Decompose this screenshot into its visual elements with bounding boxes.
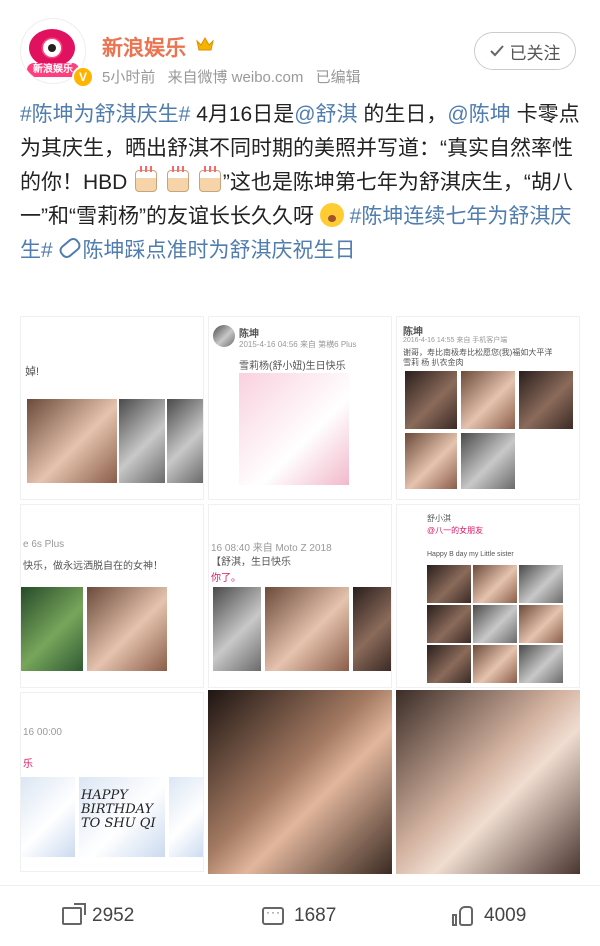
image-photo <box>353 587 391 671</box>
post-image-6[interactable]: 舒小淇 @八一的女朋友 Happy B day my Little sister <box>396 504 580 688</box>
image-grid: 婥! 陈坤 2015-4-16 04:56 来自 第横6 Plus 雪莉杨(舒小… <box>20 316 580 874</box>
comment-count: 1687 <box>294 905 337 926</box>
poster-text: HAPPY BIRTHDAY TO SHU QI <box>81 788 156 831</box>
image-photo <box>427 605 471 643</box>
image-caption: 乐 <box>23 759 33 770</box>
web-link[interactable]: 陈坤踩点准时为舒淇庆祝生日 <box>83 239 356 262</box>
image-photo <box>27 399 117 483</box>
image-photo <box>167 399 203 483</box>
hashtag-link[interactable]: #陈坤为舒淇庆生# <box>20 103 190 126</box>
like-button[interactable]: 4009 <box>452 898 526 934</box>
image-meta: 2015-4-16 04:56 来自 第横6 Plus <box>239 340 357 349</box>
post-meta: 5小时前 来自微博 weibo.com 已编辑 <box>102 66 361 87</box>
follow-button[interactable]: 已关注 <box>474 32 576 70</box>
image-photo <box>519 645 563 683</box>
image-meta: 16 00:00 <box>23 727 62 738</box>
image-caption: 你了。 <box>211 573 241 584</box>
image-photo <box>208 690 392 874</box>
image-photo <box>213 587 261 671</box>
image-photo <box>473 565 517 603</box>
image-tags: 雪莉 杨 扒衣金肉 <box>403 358 464 367</box>
comment-button[interactable]: 1687 <box>262 898 336 934</box>
share-count: 2952 <box>92 905 135 926</box>
image-photo <box>87 587 167 671</box>
emoji-icon <box>319 203 344 227</box>
post-source[interactable]: 来自微博 weibo.com <box>168 69 304 86</box>
checkmark-icon <box>489 45 504 57</box>
image-photo <box>169 777 203 857</box>
mention-link[interactable]: @舒淇 <box>294 103 357 126</box>
post-image-1[interactable]: 婥! <box>20 316 204 500</box>
post-text-part: 4月16日是 <box>190 103 295 126</box>
image-photo <box>519 605 563 643</box>
post-text-part: 的生日， <box>357 103 448 126</box>
share-button[interactable]: 2952 <box>62 898 134 934</box>
image-photo <box>473 605 517 643</box>
cake-icon <box>167 166 190 192</box>
image-photo <box>405 371 457 429</box>
image-photo <box>461 371 515 429</box>
post-image-4[interactable]: e 6s Plus 快乐，做永远洒脱自在的女神！ <box>20 504 204 688</box>
image-photo <box>21 587 83 671</box>
image-photo <box>427 565 471 603</box>
image-meta: 16 08:40 来自 Moto Z 2018 <box>211 543 332 554</box>
image-photo <box>396 690 580 874</box>
share-icon <box>62 903 86 925</box>
like-icon <box>452 906 474 926</box>
image-photo <box>461 433 515 489</box>
post-time: 5小时前 <box>102 69 156 86</box>
post-header: 新浪娱乐 V 新浪娱乐 5小时前 来自微博 weibo.com 已编辑 已关注 <box>0 0 600 95</box>
post-image-7[interactable]: 16 00:00 乐 HAPPY BIRTHDAY TO SHU QI <box>20 692 204 872</box>
post-image-3[interactable]: 陈坤 2016-4-16 14:55 来自 手机客户端 谢哥，寿比南极寿比松愿您… <box>396 316 580 500</box>
image-photo <box>239 373 349 485</box>
image-photo <box>519 565 563 603</box>
image-caption: 【舒淇，生日快乐 <box>211 557 291 568</box>
author-name[interactable]: 新浪娱乐 <box>102 32 186 62</box>
mention-link[interactable]: @陈坤 <box>447 103 510 126</box>
image-meta: @八一的女朋友 <box>427 526 484 535</box>
comment-icon <box>262 905 284 925</box>
action-bar: 2952 1687 4009 <box>0 885 600 946</box>
post-text: #陈坤为舒淇庆生# 4月16日是@舒淇 的生日，@陈坤 卡零点为其庆生，晒出舒淇… <box>20 98 585 268</box>
link-icon <box>56 235 83 261</box>
image-photo <box>265 587 349 671</box>
image-caption: Happy B day my Little sister <box>427 551 514 558</box>
avatar-logo-eye <box>43 39 61 57</box>
image-meta: 舒小淇 <box>427 514 451 523</box>
image-username: 陈坤 <box>239 329 259 340</box>
image-meta: 2016-4-16 14:55 来自 手机客户端 <box>403 337 508 344</box>
image-photo <box>473 645 517 683</box>
image-photo <box>21 777 75 857</box>
post-edited: 已编辑 <box>315 69 361 86</box>
verified-badge-icon: V <box>72 66 94 88</box>
post-image-5[interactable]: 16 08:40 来自 Moto Z 2018 【舒淇，生日快乐 你了。 <box>208 504 392 688</box>
image-caption: 雪莉杨(舒小妞)生日快乐 <box>239 361 346 372</box>
image-photo <box>119 399 165 483</box>
follow-label: 已关注 <box>509 43 561 63</box>
image-text: 婥! <box>25 366 40 378</box>
post-image-2[interactable]: 陈坤 2015-4-16 04:56 来自 第横6 Plus 雪莉杨(舒小妞)生… <box>208 316 392 500</box>
image-photo <box>405 433 457 489</box>
cake-icon <box>135 166 158 192</box>
crown-icon <box>196 37 214 51</box>
cake-icon <box>198 166 221 192</box>
post-image-9[interactable] <box>396 690 580 874</box>
image-meta: e 6s Plus <box>23 539 65 550</box>
image-caption: 快乐，做永远洒脱自在的女神！ <box>23 561 163 572</box>
post-image-8[interactable] <box>208 690 392 874</box>
image-photo <box>427 645 471 683</box>
user-avatar <box>213 325 235 347</box>
like-count: 4009 <box>484 905 527 926</box>
image-photo <box>519 371 573 429</box>
